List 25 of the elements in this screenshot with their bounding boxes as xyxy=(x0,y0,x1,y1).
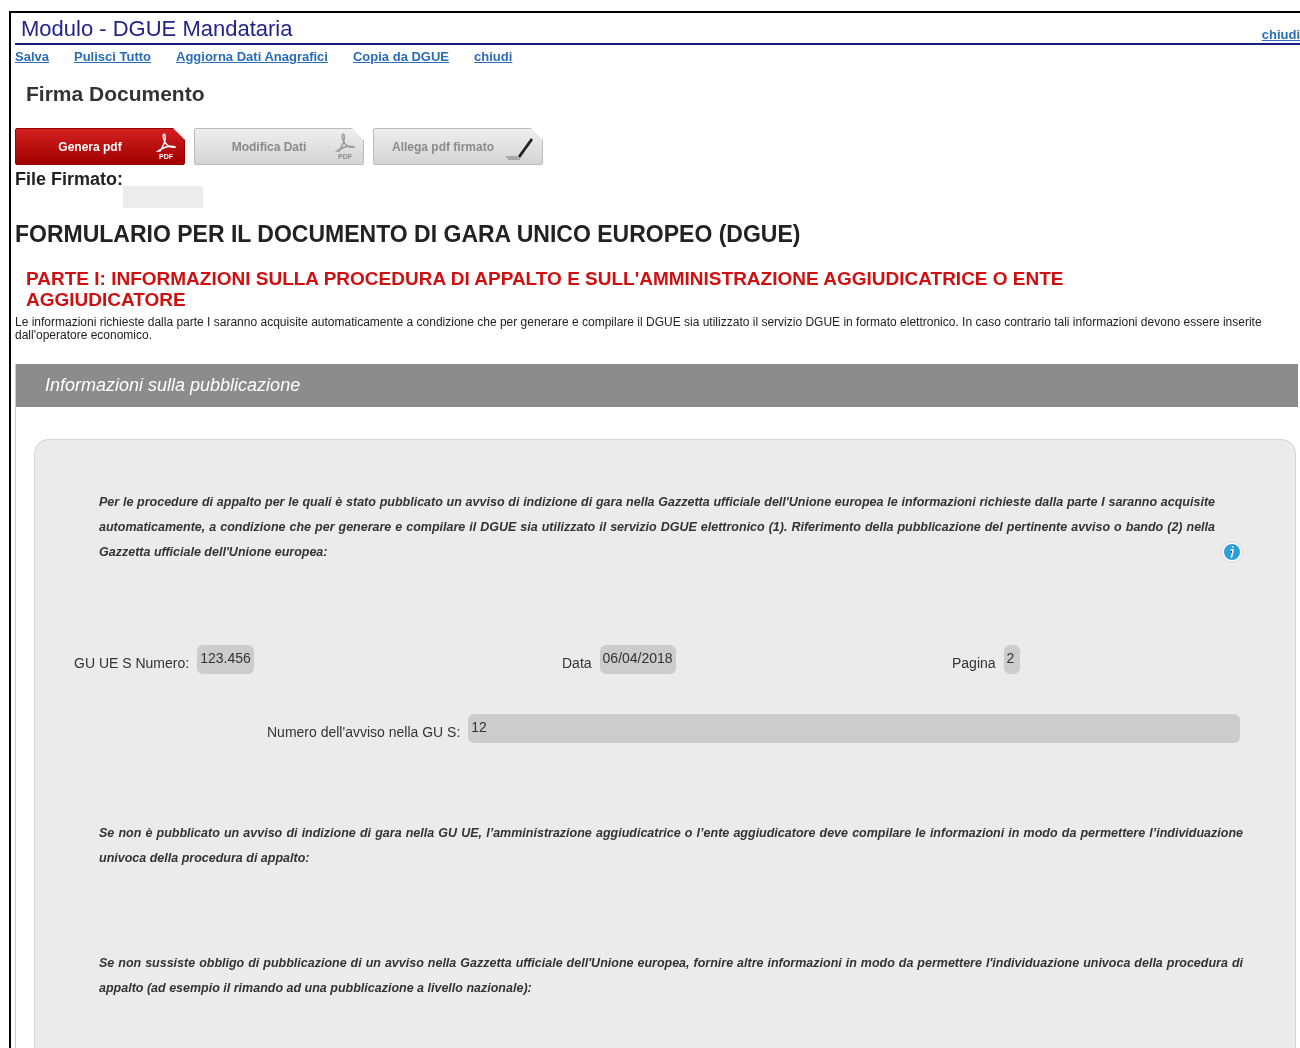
input-field[interactable]: 123.456 xyxy=(197,645,254,674)
module-title: Modulo - DGUE Mandataria xyxy=(21,15,293,43)
field-label: Pagina xyxy=(952,654,996,671)
part-title: PARTE I: INFORMAZIONI SULLA PROCEDURA DI APPALTO E SULL'AMMINISTRAZIONE AGGIUDICATRICE O ENTE AGGIUDICATORE xyxy=(26,268,1065,310)
info-icon[interactable] xyxy=(1221,541,1243,563)
input-field[interactable]: 2 xyxy=(1003,645,1020,674)
toolbar-link[interactable]: chiudi xyxy=(474,49,513,64)
input-field[interactable]: 06/04/2018 xyxy=(599,645,676,674)
input-field[interactable]: 12 xyxy=(468,714,1241,743)
intro-text: Le informazioni richieste dalla parte I saranno acquisite automaticamente a condizione che per generare e compilare il DGUE sia utilizzato il servizio DGUE in formato elettronico. In caso contrario tali informazioni devono essere inserite dall'operatore economico. xyxy=(15,316,1263,342)
field-label: GU UE S Numero: xyxy=(74,654,190,671)
section-title: Firma Documento xyxy=(26,82,206,106)
toolbar-link[interactable]: Salva xyxy=(15,49,49,64)
field-label: Data xyxy=(562,654,592,671)
publication-note: Per le procedure di appalto per le quali è stato pubblicato un avviso di indizione di gara nella Gazzetta ufficiale dell'Unione europea le informazioni richieste dalla parte I saranno acquisite automaticamente, a condizione che per generare e compilare il DGUE sia utilizzato il servizio DGUE elettronico (1). Riferimento della pubblicazione del pertinente avviso o bando (2) nella Gazzetta ufficiale dell'Unione europea: xyxy=(99,494,1215,561)
toolbar-link[interactable]: Copia da DGUE xyxy=(352,49,450,64)
instruction-text: Se non sussiste obbligo di pubblicazione di un avviso nella Gazzetta ufficiale dell'Unione europea, fornire altre informazioni in modo da permettere l'individuazione univoca della procedura di appalto (ad esempio il rimando ad una pubblicazione a livello nazionale): xyxy=(99,955,1243,997)
toolbar-link[interactable]: Aggiorna Dati Anagrafici xyxy=(176,49,328,64)
form-title: FORMULARIO PER IL DOCUMENTO DI GARA UNICO EUROPEO (DGUE) xyxy=(15,221,802,248)
toolbar-link[interactable]: Pulisci Tutto xyxy=(74,49,152,64)
close-link[interactable]: chiudi xyxy=(1261,27,1300,42)
panel-title: Informazioni sulla pubblicazione xyxy=(45,375,301,396)
instruction-text: Se non è pubblicato un avviso di indizione di gara nella GU UE, l’amministrazione aggiudicatrice o l’ente aggiudicatore deve compilare le informazioni in modo da permettere l’individuazione univoca della procedura di appalto: xyxy=(99,825,1243,867)
signed-file-label: File Firmato: xyxy=(15,169,123,190)
field-label: Numero dell'avviso nella GU S: xyxy=(267,723,461,740)
